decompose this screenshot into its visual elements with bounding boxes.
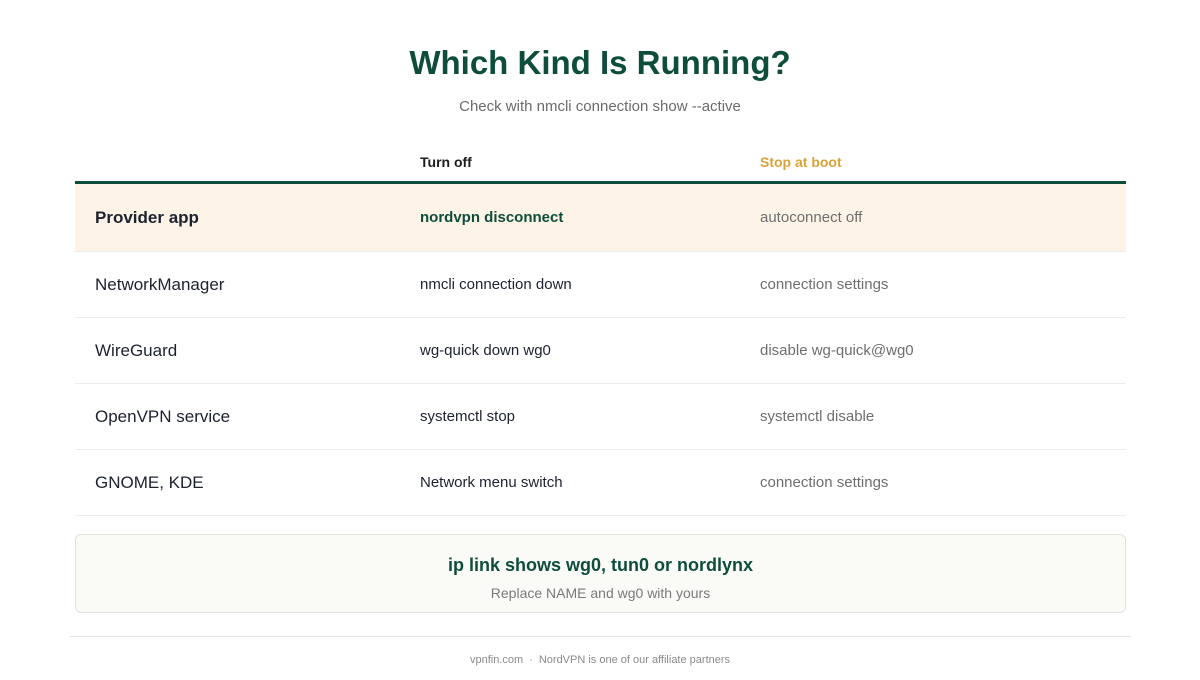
row-turn-off: systemctl stop [420, 408, 516, 425]
row-name: NetworkManager [95, 274, 225, 294]
table-row-networkmanager: NetworkManager nmcli connection down con… [75, 252, 1126, 318]
row-name: OpenVPN service [95, 406, 231, 426]
row-stop-at-boot: disable wg-quick@wg0 [760, 342, 914, 359]
table-row-openvpn-service: OpenVPN service systemctl stop systemctl… [75, 384, 1126, 450]
row-turn-off: nordvpn disconnect [420, 209, 564, 226]
table-row-provider-app: Provider app nordvpn disconnect autoconn… [75, 184, 1126, 252]
footer-divider [70, 636, 1131, 637]
page-subtitle: Check with nmcli connection show --activ… [459, 98, 741, 115]
column-header-stop-at-boot: Stop at boot [760, 154, 842, 170]
callout-subtitle: Replace NAME and wg0 with yours [490, 585, 711, 601]
footer-site-link[interactable]: vpnfin.com [470, 654, 523, 666]
row-name: WireGuard [95, 340, 178, 360]
row-turn-off: nmcli connection down [420, 276, 572, 293]
vpn-table: Turn off Stop at boot Provider app nordv… [75, 148, 1126, 516]
table-row-wireguard: WireGuard wg-quick down wg0 disable wg-q… [75, 318, 1126, 384]
callout-title: ip link shows wg0, tun0 or nordlynx [447, 555, 754, 575]
table-header: Turn off Stop at boot [75, 148, 1126, 184]
page: Which Kind Is Running? Check with nmcli … [0, 0, 1200, 680]
row-turn-off: wg-quick down wg0 [420, 342, 551, 359]
column-header-turn-off: Turn off [420, 154, 472, 170]
row-stop-at-boot: systemctl disable [760, 408, 875, 425]
row-name: Provider app [95, 207, 199, 227]
row-name: GNOME, KDE [95, 472, 204, 492]
footer-disclosure: NordVPN is one of our affiliate partners [538, 654, 731, 666]
page-title: Which Kind Is Running? [409, 44, 791, 81]
row-stop-at-boot: connection settings [760, 276, 889, 293]
row-stop-at-boot: connection settings [760, 474, 889, 491]
footer: vpnfin.com · NordVPN is one of our affilia… [0, 654, 1200, 666]
row-turn-off: Network menu switch [420, 474, 563, 491]
tip-callout: ip link shows wg0, tun0 or nordlynx Repl… [75, 534, 1126, 613]
footer-separator: · [529, 654, 533, 666]
table-row-gnome-kde: GNOME, KDE Network menu switch connectio… [75, 450, 1126, 516]
row-stop-at-boot: autoconnect off [760, 209, 863, 226]
